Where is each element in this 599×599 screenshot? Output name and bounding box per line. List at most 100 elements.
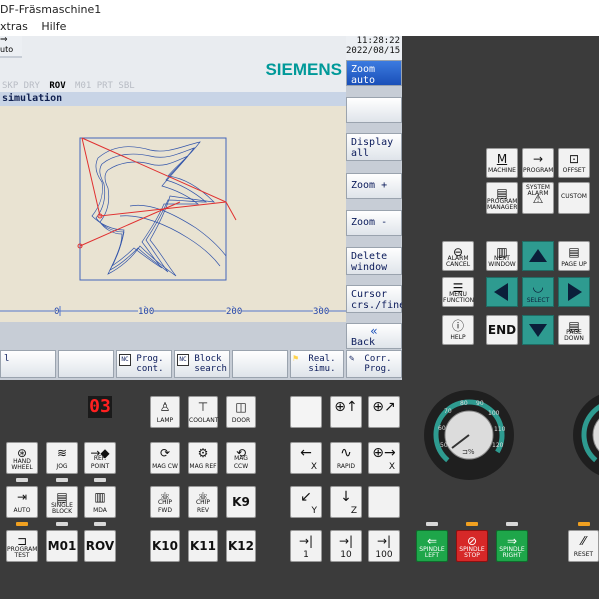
mag-ref-icon: ⚙ <box>197 446 209 460</box>
nc-prog-icon: NC <box>119 354 131 366</box>
hsoftkey-1[interactable]: l <box>0 350 56 378</box>
key-spindle-left[interactable]: ⇐ SPINDLE LEFT <box>416 530 448 562</box>
key-y-plus[interactable]: ⊕↗ <box>368 396 400 428</box>
key-y-minus[interactable]: ↙ Y <box>290 486 322 518</box>
key-arrow-down[interactable] <box>522 315 554 345</box>
key-arrow-left[interactable] <box>486 277 518 307</box>
key-mag-ccw[interactable]: ⟲ MAG CCW <box>226 442 256 474</box>
key-blank-axis-2[interactable] <box>368 486 400 518</box>
key-hand-wheel-label: HAND WHEEL <box>11 458 33 471</box>
key-jog[interactable]: ≋ JOG <box>46 442 78 474</box>
key-page-up[interactable]: ▤ PAGE UP <box>558 241 590 271</box>
hsoftkey-2[interactable] <box>58 350 114 378</box>
key-machine-label: MACHINE <box>488 167 516 174</box>
key-arrow-right[interactable] <box>558 277 590 307</box>
key-spindle-right[interactable]: ⇒ SPINDLE RIGHT <box>496 530 528 562</box>
x-plus-icon: ⊕→ <box>372 445 396 461</box>
spindle-override-dial[interactable] <box>572 390 599 480</box>
key-k11[interactable]: K11 <box>188 530 218 562</box>
key-system-alarm[interactable]: ⚠ SYSTEM ALARM <box>522 182 554 214</box>
key-single-block[interactable]: ▤ SINGLE BLOCK <box>46 486 78 518</box>
key-help-label: HELP <box>450 334 466 341</box>
key-increment-1[interactable]: →| 1 <box>290 530 322 562</box>
axis-tick-0: 0 <box>54 307 60 317</box>
key-spindle-stop[interactable]: ⊘ SPINDLE STOP <box>456 530 488 562</box>
key-help[interactable]: ⓘ HELP <box>442 315 474 345</box>
feed-override-dial[interactable]: 60 70 80 90 100 110 120 50 ⊐% <box>424 390 514 480</box>
key-coolant-label: COOLANT <box>189 417 219 424</box>
softkey-cursor[interactable]: Cursor crs./fine <box>346 285 405 313</box>
key-k10[interactable]: K10 <box>150 530 180 562</box>
hsoftkey-block-search[interactable]: NC Block search <box>174 350 230 378</box>
dial-tick-90: 90 <box>476 400 484 407</box>
hsoftkey-prog-cont[interactable]: NC Prog. cont. <box>116 350 172 378</box>
key-x-minus[interactable]: ← X <box>290 442 322 474</box>
hsoftkey-corr-prog[interactable]: ✎ Corr. Prog. <box>346 350 402 378</box>
key-select-label: SELECT <box>526 297 550 304</box>
key-program-test[interactable]: ⊐ PROGRAM TEST <box>6 530 38 562</box>
key-rapid[interactable]: ∿ RAPID <box>330 442 362 474</box>
key-menu-function[interactable]: ☰ MENU FUNCTION <box>442 277 474 307</box>
key-z-plus[interactable]: ⊕↑ <box>330 396 362 428</box>
key-custom[interactable]: CUSTOM <box>558 182 590 214</box>
key-arrow-up[interactable] <box>522 241 554 271</box>
key-x-plus[interactable]: ⊕→ X <box>368 442 400 474</box>
key-rov[interactable]: ROV <box>84 530 116 562</box>
key-offset[interactable]: ⊡ OFFSET <box>558 148 590 178</box>
key-door[interactable]: ◫ DOOR <box>226 396 256 428</box>
clock: 11:28:22 2022/08/15 <box>346 36 402 60</box>
key-lamp[interactable]: ♙ LAMP <box>150 396 180 428</box>
key-select[interactable]: ◡ SELECT <box>522 277 554 307</box>
hsoftkey-6[interactable] <box>232 350 288 378</box>
softkey-display-all[interactable]: Display all <box>346 133 402 161</box>
softkey-empty-1[interactable] <box>346 97 402 123</box>
key-next-window[interactable]: ▥ NEXT WINDOW <box>486 241 518 271</box>
panel-title: simulation <box>0 92 346 106</box>
softkey-back[interactable]: « Back <box>346 323 402 349</box>
edit-icon: ✎ <box>349 354 355 364</box>
key-program-manager[interactable]: ▤ PROGRAM MANAGER <box>486 182 518 214</box>
key-k12[interactable]: K12 <box>226 530 256 562</box>
key-rapid-label: RAPID <box>336 463 356 470</box>
key-coolant[interactable]: ⊤ COOLANT <box>188 396 218 428</box>
key-k9[interactable]: K9 <box>226 486 256 518</box>
key-increment-1-label: 1 <box>303 550 309 560</box>
key-program[interactable]: → PROGRAM <box>522 148 554 178</box>
key-chip-rev-label: CHIP REV <box>195 499 211 514</box>
page-up-icon: ▤ <box>568 245 580 259</box>
key-mag-cw[interactable]: ⟳ MAG CW <box>150 442 180 474</box>
key-mda[interactable]: ▥ MDA <box>84 486 116 518</box>
softkey-zoom-auto[interactable]: Zoom auto <box>346 60 402 86</box>
key-alarm-cancel[interactable]: ⊖ ALARM CANCEL <box>442 241 474 271</box>
key-blank-axis[interactable] <box>290 396 322 428</box>
key-reset[interactable]: ⁄⁄ RESET <box>568 530 599 562</box>
softkey-zoom-minus[interactable]: Zoom - <box>346 210 402 236</box>
z-plus-icon: ⊕↑ <box>334 399 358 415</box>
hsoftkey-corr-prog-label: Corr. Prog. <box>364 354 392 374</box>
key-ref-point[interactable]: →◆ REF. POINT <box>84 442 116 474</box>
hsoftkey-real-simu[interactable]: ⚑ Real. simu. <box>290 350 344 378</box>
key-chip-fwd[interactable]: ⚛ CHIP FWD <box>150 486 180 518</box>
key-increment-10[interactable]: →| 10 <box>330 530 362 562</box>
key-chip-rev[interactable]: ⚛ CHIP REV <box>188 486 218 518</box>
menu-help[interactable]: Hilfe <box>41 20 66 33</box>
led-ref-point <box>94 478 106 482</box>
key-hand-wheel[interactable]: ⊛ HAND WHEEL <box>6 442 38 474</box>
key-page-down[interactable]: ▤ PAGE DOWN <box>558 315 590 345</box>
key-chip-fwd-label: CHIP FWD <box>157 499 173 514</box>
key-auto[interactable]: ⇥ AUTO <box>6 486 38 518</box>
simulation-graphic[interactable]: 0 100 200 300 <box>0 106 346 322</box>
select-icon: ◡ <box>532 280 544 295</box>
key-m01[interactable]: M01 <box>46 530 78 562</box>
softkey-zoom-plus[interactable]: Zoom + <box>346 173 402 199</box>
key-increment-100[interactable]: →| 100 <box>368 530 400 562</box>
key-end[interactable]: END <box>486 315 518 345</box>
axis-tick-100: 100 <box>138 307 155 317</box>
menu-extras[interactable]: xtras <box>0 20 28 33</box>
key-mag-ref[interactable]: ⚙ MAG REF <box>188 442 218 474</box>
key-machine[interactable]: M MACHINE <box>486 148 518 178</box>
clock-time: 11:28:22 <box>356 36 400 46</box>
softkey-delete-window[interactable]: Delete window <box>346 247 402 275</box>
key-z-minus[interactable]: ↓ Z <box>330 486 362 518</box>
led-hand-wheel <box>16 478 28 482</box>
